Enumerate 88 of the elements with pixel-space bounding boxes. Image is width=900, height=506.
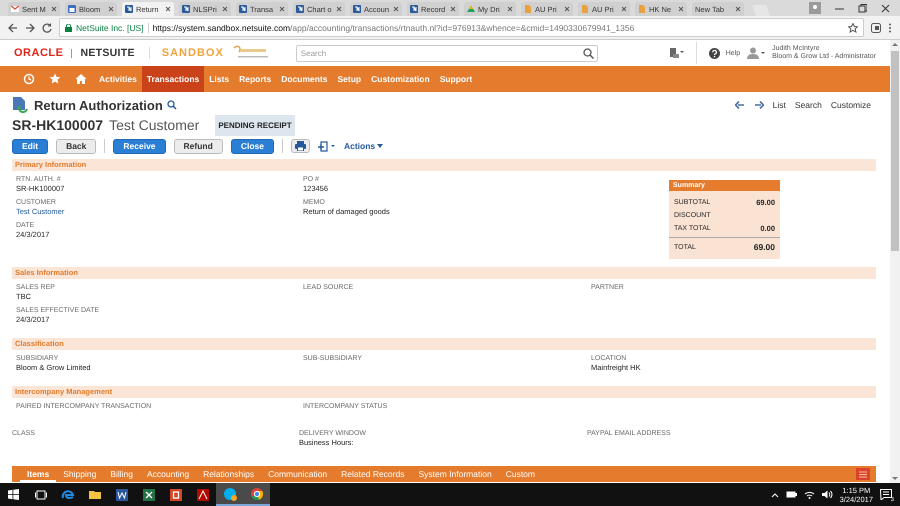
extension-icon[interactable] — [871, 22, 881, 32]
secondary-button[interactable]: Refund — [174, 138, 223, 154]
pdf-icon[interactable] — [196, 488, 210, 502]
close-icon[interactable] — [336, 6, 342, 12]
next-arrow-icon[interactable] — [754, 101, 764, 109]
netsuite-page-icon — [125, 5, 133, 13]
presentation-icon[interactable] — [168, 488, 182, 502]
wifi-icon[interactable] — [804, 490, 815, 499]
close-icon[interactable] — [621, 6, 627, 12]
customer-name: Test Customer — [109, 117, 200, 133]
forward-icon[interactable] — [25, 22, 35, 32]
document-icon — [638, 5, 646, 13]
lock-icon — [65, 24, 72, 32]
secondary-button[interactable]: Back — [56, 138, 96, 154]
help-icon[interactable] — [708, 48, 720, 58]
print-button[interactable] — [290, 139, 310, 153]
menu-icon[interactable] — [888, 22, 892, 32]
close-icon[interactable] — [507, 6, 513, 12]
create-new-icon[interactable] — [668, 47, 684, 59]
header-link[interactable]: Customize — [830, 100, 871, 110]
expand-icon[interactable] — [856, 468, 870, 480]
document-icon — [524, 5, 532, 13]
recent-icon[interactable] — [23, 73, 35, 85]
scrollbar-thumb[interactable] — [891, 51, 899, 251]
summary-value: 69.00 — [754, 241, 775, 254]
word-icon[interactable] — [114, 488, 128, 502]
close-icon[interactable] — [222, 6, 228, 12]
home-icon[interactable] — [75, 73, 87, 85]
notification-icon — [880, 489, 892, 500]
close-icon[interactable] — [108, 6, 114, 12]
new-copy-icon[interactable] — [318, 140, 336, 152]
bookmark-star-icon[interactable] — [848, 22, 858, 32]
user-avatar-icon[interactable] — [746, 47, 766, 59]
close-icon[interactable] — [165, 6, 171, 12]
start-icon[interactable] — [8, 489, 19, 500]
nav-item[interactable]: Transactions — [142, 66, 204, 92]
primary-button[interactable]: Edit — [12, 138, 48, 154]
close-icon[interactable] — [678, 6, 684, 12]
actions-menu[interactable]: Actions — [344, 141, 384, 151]
volume-icon[interactable] — [822, 490, 833, 499]
netsuite-page-icon — [296, 5, 304, 13]
reload-icon[interactable] — [42, 22, 52, 32]
restore-icon[interactable] — [858, 4, 867, 12]
close-icon[interactable] — [564, 6, 570, 12]
netsuite-page-icon — [410, 5, 418, 13]
page-title: Return Authorization — [34, 98, 163, 112]
netsuite-page-icon — [239, 5, 247, 13]
search-icon[interactable] — [582, 48, 594, 58]
close-icon[interactable] — [735, 6, 741, 12]
drive-icon — [467, 5, 475, 13]
sandbox-label: SANDBOX — [148, 47, 224, 59]
header-link[interactable]: List — [772, 100, 786, 110]
oracle-logo: ORACLE — [14, 47, 64, 59]
caret-icon[interactable] — [377, 144, 384, 148]
netsuite-page-icon — [182, 5, 190, 13]
profile-icon[interactable] — [809, 2, 821, 14]
search-icon[interactable] — [166, 100, 177, 110]
document-icon — [581, 5, 589, 13]
spreadsheet-icon[interactable] — [142, 488, 156, 502]
close-icon[interactable] — [51, 6, 57, 12]
back-icon[interactable] — [8, 22, 18, 32]
previous-arrow-icon[interactable] — [734, 101, 745, 109]
chat-icon[interactable] — [222, 486, 236, 500]
primary-button[interactable]: Receive — [113, 138, 166, 154]
task-view-icon[interactable] — [34, 490, 46, 500]
netsuite-logo: NETSUITE — [80, 47, 135, 59]
star-icon[interactable] — [49, 73, 61, 85]
chrome-icon[interactable] — [250, 486, 264, 500]
chevron-up-icon[interactable] — [770, 492, 779, 498]
browser-icon[interactable] — [60, 488, 74, 502]
site-name: NetSuite Inc. [US] — [76, 22, 144, 32]
mail-icon — [11, 5, 19, 13]
search-field[interactable]: Search — [296, 44, 598, 62]
return-document-icon — [12, 96, 28, 114]
close-icon[interactable] — [881, 4, 890, 12]
netsuite-page-icon — [353, 5, 361, 13]
close-icon[interactable] — [450, 6, 456, 12]
record-number: SR-HK100007 — [12, 117, 104, 133]
calendar-icon — [68, 5, 76, 13]
printer-icon — [294, 141, 306, 151]
url-text: https://system.sandbox.netsuite.com/app/accounting/transactions/rtnauth.nl?id=976913&whence=&cmid=1490330679941_1356 — [152, 22, 634, 32]
header-link[interactable]: Search — [794, 100, 822, 110]
address-bar[interactable]: NetSuite Inc. [US] https://system.sandbox.netsuite.com/app/accounting/transactions/rtnauth.nl?id=976913&whence=&cmid=1490330679941_1356 — [59, 18, 864, 37]
close-icon[interactable] — [393, 6, 399, 12]
primary-button[interactable]: Close — [230, 138, 274, 154]
status-badge: PENDING RECEIPT — [215, 114, 295, 136]
battery-icon[interactable] — [786, 491, 797, 498]
close-icon[interactable] — [279, 6, 285, 12]
